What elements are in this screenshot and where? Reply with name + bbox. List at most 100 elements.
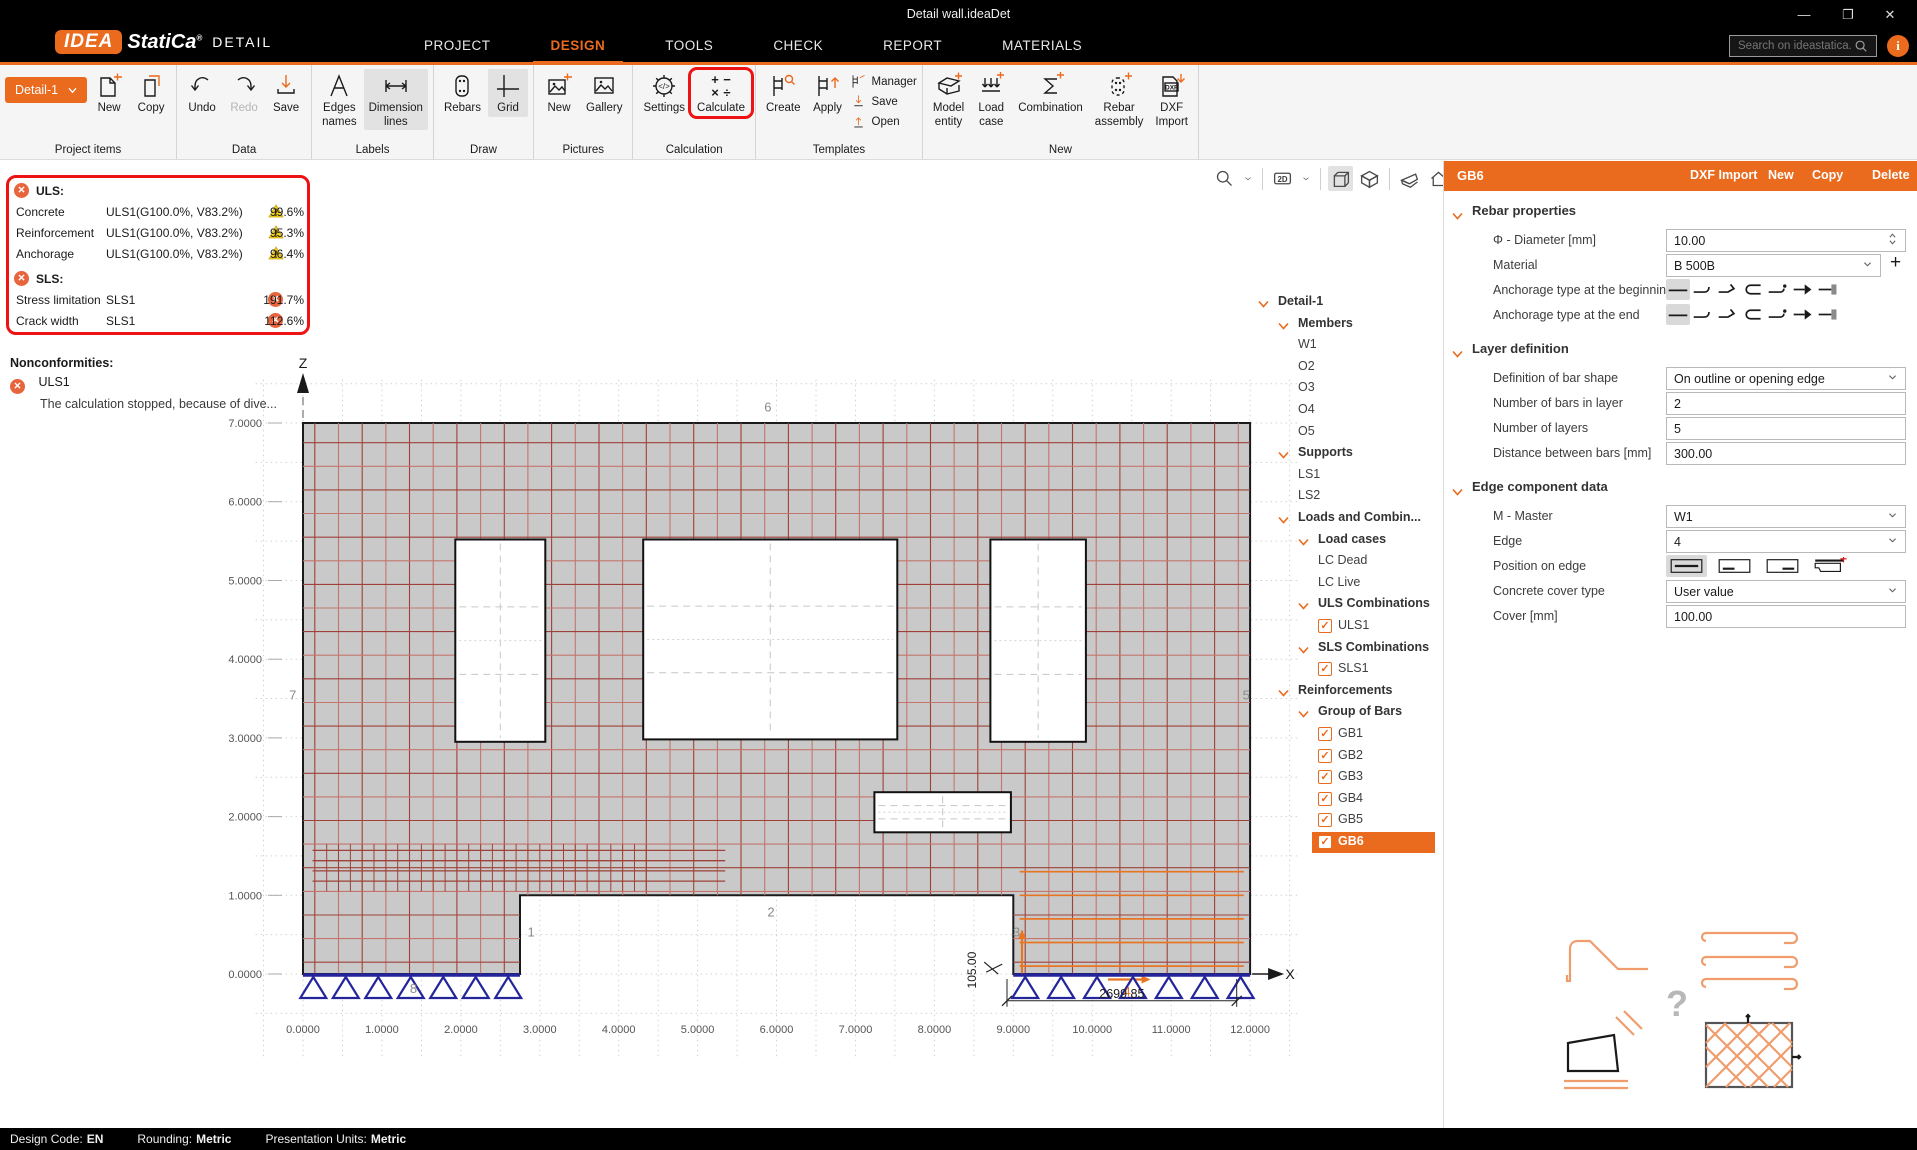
field-concrete-cover-type[interactable]: User value (1666, 580, 1906, 603)
anchorage-type-at-the-end-option-4[interactable] (1741, 304, 1765, 325)
chevron-down-icon[interactable] (1452, 345, 1463, 353)
tree-item-gb3[interactable]: ✓GB3 (1250, 767, 1443, 788)
field-number-of-layers[interactable]: 5 (1666, 417, 1906, 440)
detail-select[interactable]: Detail-1 (5, 77, 87, 103)
position-on-edge-option-3[interactable] (1762, 555, 1803, 577)
nonconformity-item[interactable]: ULS1 (38, 375, 69, 389)
tree-item-o5[interactable]: O5 (1250, 422, 1443, 443)
field-number-of-bars-in-layer[interactable]: 2 (1666, 392, 1906, 415)
tab-design[interactable]: DESIGN (547, 31, 610, 61)
tree-item-o3[interactable]: O3 (1250, 378, 1443, 399)
chevron-down-icon[interactable] (1278, 686, 1289, 694)
ct-cube-wire[interactable] (1328, 166, 1353, 191)
tree-item-uls1[interactable]: ✓ULS1 (1250, 616, 1443, 637)
help-icon[interactable]: i (1887, 35, 1909, 57)
thumbnail-bars-hooks[interactable] (1692, 919, 1820, 997)
ribbon-button-create[interactable]: Create (761, 69, 806, 117)
thumbnail-hatched-region[interactable] (1696, 1013, 1816, 1101)
position-on-edge-option-1[interactable] (1666, 555, 1707, 577)
ribbon-button-dimension-lines[interactable]: Dimensionlines (364, 69, 428, 130)
ribbon-button-edges-names[interactable]: Edgesnames (317, 69, 362, 130)
tree-item-lc-live[interactable]: LC Live (1250, 573, 1443, 594)
ribbon-button-save[interactable]: Save (266, 69, 306, 117)
properties-button-copy[interactable]: Copy (1812, 168, 1843, 182)
tree-item-loads-and-combin[interactable]: Loads and Combin... (1250, 508, 1443, 529)
restore-button[interactable]: ❐ (1831, 4, 1865, 26)
ribbon-button-new[interactable]: New (89, 69, 129, 117)
ribbon-button-rebars[interactable]: Rebars (439, 69, 486, 117)
ct-cube-solid[interactable] (1357, 166, 1382, 191)
chevron-down-icon[interactable] (1887, 533, 1898, 550)
tab-materials[interactable]: MATERIALS (998, 31, 1086, 61)
anchorage-type-at-the-end-option-7[interactable] (1816, 304, 1840, 325)
ribbon-button-grid[interactable]: Grid (488, 69, 528, 117)
tree-item-o2[interactable]: O2 (1250, 357, 1443, 378)
ribbon-button-load-case[interactable]: Loadcase (971, 69, 1011, 130)
checkbox-gb1[interactable]: ✓ (1318, 727, 1332, 741)
ct-search[interactable] (1212, 166, 1237, 191)
ribbon-button-calculate[interactable]: +−×÷Calculate (692, 69, 750, 117)
tab-tools[interactable]: TOOLS (661, 31, 717, 61)
ribbon-button-combination[interactable]: Combination (1013, 69, 1088, 117)
chevron-down-icon[interactable] (1452, 207, 1463, 215)
ribbon-button-new[interactable]: New (539, 69, 579, 117)
tree-item-members[interactable]: Members (1250, 314, 1443, 335)
chevron-down-icon[interactable] (1258, 297, 1269, 305)
tree-item-gb2[interactable]: ✓GB2 (1250, 746, 1443, 767)
tree-item-gb4[interactable]: ✓GB4 (1250, 789, 1443, 810)
anchorage-type-at-the-beginning-option-6[interactable] (1791, 279, 1815, 300)
anchorage-type-at-the-end-option-3[interactable] (1716, 304, 1740, 325)
checkbox-gb5[interactable]: ✓ (1318, 813, 1332, 827)
chevron-down-icon[interactable] (1298, 599, 1309, 607)
position-on-edge-option-2[interactable] (1714, 555, 1755, 577)
tab-project[interactable]: PROJECT (420, 31, 495, 61)
chevron-down-icon[interactable] (1887, 370, 1898, 387)
field-m-master[interactable]: W1 (1666, 505, 1906, 528)
checkbox-gb3[interactable]: ✓ (1318, 770, 1332, 784)
ribbon-button-apply[interactable]: Apply (808, 69, 848, 117)
chevron-down-icon[interactable] (1887, 508, 1898, 525)
ct-wedge[interactable] (1397, 166, 1422, 191)
ribbon-button-dxf-import[interactable]: DXFDXFImport (1150, 69, 1193, 130)
canvas-area[interactable]: ZX0.00001.00002.00003.00004.00005.00006.… (0, 161, 1443, 1128)
ribbon-stack-item-save[interactable]: Save (850, 93, 917, 110)
ct-2d[interactable]: 2D (1270, 166, 1295, 191)
search-box[interactable] (1729, 35, 1877, 57)
tree-item-o4[interactable]: O4 (1250, 400, 1443, 421)
properties-button-dxf-import[interactable]: DXF Import (1690, 168, 1757, 182)
anchorage-type-at-the-beginning-option-2[interactable] (1691, 279, 1715, 300)
tree-item-load-cases[interactable]: Load cases (1250, 530, 1443, 551)
chevron-down-icon[interactable] (1298, 707, 1309, 715)
ribbon-button-settings[interactable]: </>Settings (638, 69, 690, 117)
field-edge[interactable]: 4 (1666, 530, 1906, 553)
chevron-down-icon[interactable] (1278, 513, 1289, 521)
ribbon-stack-item-manager[interactable]: Manager (850, 73, 917, 90)
checkbox-gb6[interactable]: ✓ (1318, 835, 1332, 849)
anchorage-type-at-the-beginning-option-4[interactable] (1741, 279, 1765, 300)
chevron-down-icon[interactable] (1298, 643, 1309, 651)
tree-item-uls-combinations[interactable]: ULS Combinations (1250, 594, 1443, 615)
tab-report[interactable]: REPORT (879, 31, 946, 61)
chevron-down-icon[interactable] (1887, 583, 1898, 600)
anchorage-type-at-the-beginning-option-1[interactable] (1666, 279, 1690, 300)
add-material-button[interactable]: + (1890, 252, 1901, 274)
tree-item-sls1[interactable]: ✓SLS1 (1250, 659, 1443, 680)
tree-item-lc-dead[interactable]: LC Dead (1250, 551, 1443, 572)
field-diameter-mm[interactable]: 10.00 (1666, 229, 1906, 252)
tree-item-sls-combinations[interactable]: SLS Combinations (1250, 638, 1443, 659)
anchorage-type-at-the-beginning-option-3[interactable] (1716, 279, 1740, 300)
position-on-edge-option-4[interactable] (1810, 555, 1851, 577)
chevron-down-icon[interactable] (1278, 448, 1289, 456)
field-material[interactable]: B 500B (1666, 254, 1881, 277)
ribbon-button-model-entity[interactable]: Modelentity (928, 69, 969, 130)
field-distance-between-bars-mm[interactable]: 300.00 (1666, 442, 1906, 465)
anchorage-type-at-the-end-option-6[interactable] (1791, 304, 1815, 325)
anchorage-type-at-the-end-option-2[interactable] (1691, 304, 1715, 325)
ct-chevron[interactable] (1299, 166, 1313, 191)
thumbnail-bent-bar[interactable] (1556, 923, 1674, 995)
chevron-down-icon[interactable] (1862, 257, 1873, 274)
tree-item-reinforcements[interactable]: Reinforcements (1250, 681, 1443, 702)
tree-item-detail-1[interactable]: Detail-1 (1250, 292, 1443, 313)
minimize-button[interactable]: — (1787, 4, 1821, 26)
properties-button-delete[interactable]: Delete (1872, 168, 1910, 182)
